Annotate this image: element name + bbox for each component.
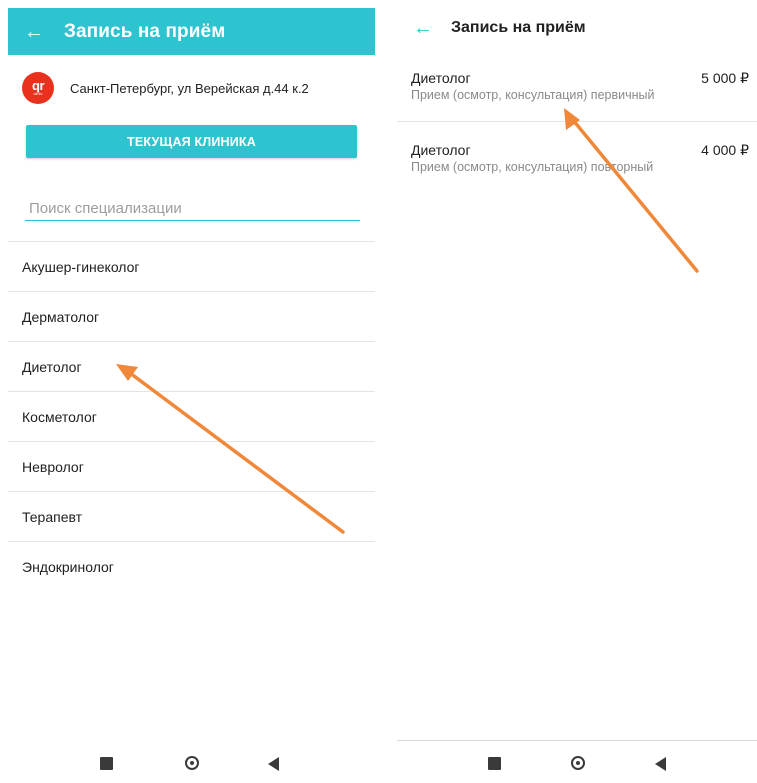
- clinic-logo: qr clinic: [22, 72, 54, 104]
- clinic-info: qr clinic Санкт-Петербург, ул Верейская …: [8, 67, 375, 109]
- home-icon[interactable]: [185, 756, 199, 770]
- home-icon[interactable]: [571, 756, 585, 770]
- specialization-list: Акушер-гинеколог Дерматолог Диетолог Кос…: [8, 241, 375, 591]
- back-triangle-icon[interactable]: [268, 757, 279, 771]
- arrow-left-icon[interactable]: ←: [413, 18, 433, 38]
- service-price: 4 000 ₽: [701, 142, 749, 158]
- list-item-dietolog[interactable]: Диетолог: [8, 341, 375, 391]
- page-title: Запись на приём: [451, 19, 586, 36]
- service-name: Диетолог: [411, 70, 471, 86]
- arrow-left-icon[interactable]: ←: [24, 22, 46, 42]
- left-screen: ← Запись на приём qr clinic Санкт-Петерб…: [8, 0, 375, 783]
- page-title: Запись на приём: [64, 20, 226, 42]
- service-description: Прием (осмотр, консультация) первичный: [411, 88, 655, 102]
- service-item[interactable]: Диетолог Прием (осмотр, консультация) по…: [397, 121, 757, 193]
- list-item-nevrolog[interactable]: Невролог: [8, 441, 375, 491]
- recent-apps-icon[interactable]: [488, 757, 501, 770]
- clinic-address: Санкт-Петербург, ул Верейская д.44 к.2: [70, 80, 309, 96]
- system-nav-bar: [8, 742, 375, 783]
- service-description: Прием (осмотр, консультация) повторный: [411, 160, 654, 174]
- right-screen: ← Запись на приём Диетолог Прием (осмотр…: [397, 0, 757, 783]
- service-name: Диетолог: [411, 142, 471, 158]
- specialization-search-input[interactable]: [25, 196, 360, 221]
- service-item[interactable]: Диетолог Прием (осмотр, консультация) пе…: [397, 60, 757, 121]
- recent-apps-icon[interactable]: [100, 757, 113, 770]
- list-item-akusher[interactable]: Акушер-гинеколог: [8, 241, 375, 291]
- list-item-endokrinolog[interactable]: Эндокринолог: [8, 541, 375, 591]
- list-item-dermatolog[interactable]: Дерматолог: [8, 291, 375, 341]
- service-list: Диетолог Прием (осмотр, консультация) пе…: [397, 60, 757, 193]
- top-app-bar: ← Запись на приём: [397, 8, 757, 48]
- current-clinic-button[interactable]: ТЕКУЩАЯ КЛИНИКА: [26, 125, 357, 158]
- nav-divider: [397, 740, 757, 741]
- back-triangle-icon[interactable]: [655, 757, 666, 771]
- service-price: 5 000 ₽: [701, 70, 749, 86]
- system-nav-bar: [397, 742, 757, 783]
- list-item-terapevt[interactable]: Терапевт: [8, 491, 375, 541]
- list-item-kosmetolog[interactable]: Косметолог: [8, 391, 375, 441]
- top-app-bar: ← Запись на приём: [8, 8, 375, 55]
